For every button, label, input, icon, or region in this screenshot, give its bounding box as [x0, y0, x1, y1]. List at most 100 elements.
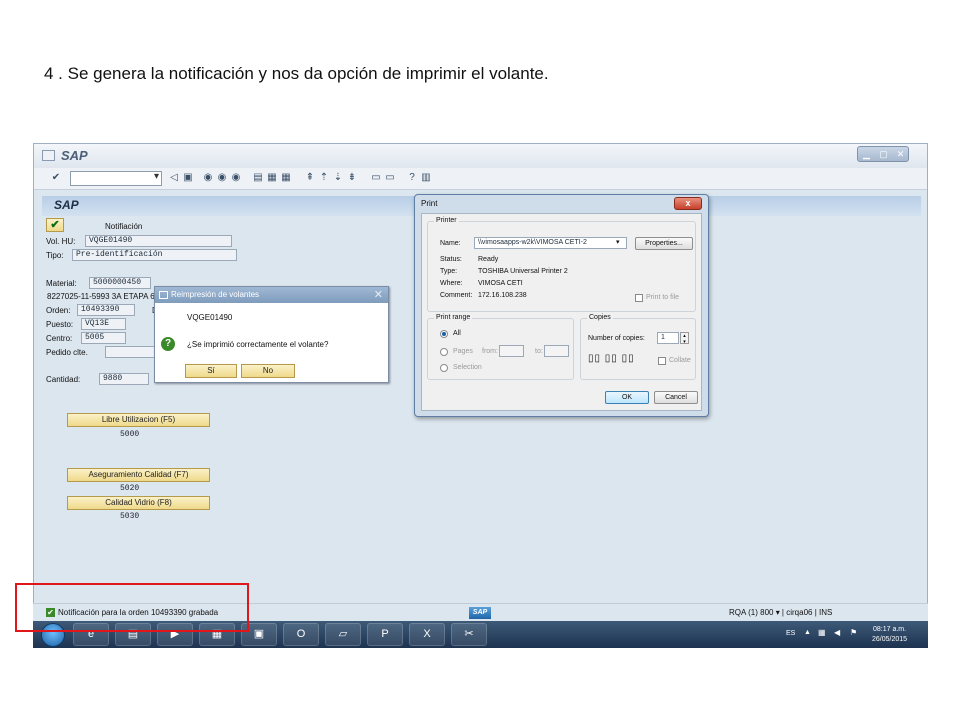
find-next-icon[interactable]: ▦	[280, 172, 292, 184]
excel-icon[interactable]: X	[409, 623, 445, 646]
reimpresion-titlebar: Reimpresión de volantes ✕	[155, 287, 388, 303]
command-field[interactable]	[70, 171, 162, 186]
printer-group: Printer Name: \\vimosaapps-w2k\VIMOSA CE…	[427, 217, 696, 312]
puesto-field[interactable]: VQ13E	[81, 318, 126, 330]
yes-button[interactable]: Sí	[185, 364, 237, 378]
where-value: VIMOSA CETI	[478, 280, 523, 287]
no-button[interactable]: No	[241, 364, 295, 378]
back-nav-icon[interactable]: ◁	[168, 172, 180, 184]
close-icon[interactable]: ✕	[374, 288, 383, 301]
puesto-label: Puesto:	[46, 320, 74, 329]
form-title: Notifiación	[105, 222, 143, 231]
print-icon[interactable]: ▤	[252, 172, 264, 184]
comment-label: Comment:	[440, 292, 473, 299]
material-field[interactable]: 5000000450	[89, 277, 151, 289]
ok-button[interactable]: OK	[605, 391, 649, 404]
libre-utilizacion-button[interactable]: Libre Utilizacion (F5)	[67, 413, 210, 427]
cantidad-label: Cantidad:	[46, 375, 81, 384]
tools-icon[interactable]: ✂	[451, 623, 487, 646]
next-page-icon[interactable]: ⇣	[332, 172, 344, 184]
print-to-file-label: Print to file	[646, 294, 680, 301]
reimpresion-question: ¿Se imprimió correctamente el volante?	[187, 340, 329, 349]
new-session-icon[interactable]: ▭	[370, 172, 382, 184]
powerpoint-icon[interactable]: P	[367, 623, 403, 646]
printer-name-select[interactable]: \\vimosaapps-w2k\VIMOSA CETI-2	[474, 237, 627, 249]
print-to-file-checkbox[interactable]	[635, 294, 643, 302]
outlook-icon[interactable]: O	[283, 623, 319, 646]
collate-label: Collate	[669, 357, 691, 364]
chevron-down-icon[interactable]: ▾	[616, 238, 620, 246]
layout-icon[interactable]: ▥	[420, 172, 432, 184]
print-dialog: Print x Printer Name: \\vimosaapps-w2k\V…	[414, 194, 709, 417]
number-of-copies-label: Number of copies:	[588, 335, 645, 342]
range-to-input[interactable]	[544, 345, 569, 357]
range-pages-label: Pages	[453, 348, 473, 355]
range-all-label: All	[453, 330, 461, 337]
type-label: Type:	[440, 268, 458, 275]
window-menu-icon[interactable]	[42, 150, 55, 161]
number-of-copies-input[interactable]: 1	[657, 332, 679, 344]
centro-field[interactable]: 5005	[81, 332, 126, 344]
tipo-label: Tipo:	[46, 251, 64, 260]
copies-spinner[interactable]: ▴ ▾	[680, 332, 689, 345]
vol-hu-field[interactable]: VQGE01490	[85, 235, 232, 247]
orden-field[interactable]: 10493390	[77, 304, 135, 316]
exit-icon[interactable]: ◉	[216, 172, 228, 184]
collate-checkbox[interactable]	[658, 357, 666, 365]
enter-icon[interactable]: ✔	[50, 172, 62, 184]
collate-illustration-icon: ▯▯ ▯▯ ▯▯	[588, 353, 635, 364]
window-title: SAP	[61, 148, 88, 163]
shortcut-icon[interactable]: ▭	[384, 172, 396, 184]
action-center-icon[interactable]: ⚑	[850, 628, 857, 637]
aseguramiento-calidad-button[interactable]: Aseguramiento Calidad (F7)	[67, 468, 210, 482]
copies-label: Copies	[587, 314, 613, 321]
cancel-icon[interactable]: ◉	[230, 172, 242, 184]
tipo-field[interactable]: Pre-identificación	[72, 249, 237, 261]
system-info[interactable]: RQA (1) 800 ▾ | cirqa06 | INS	[729, 608, 832, 617]
volume-icon[interactable]: ◀	[834, 628, 840, 637]
prev-page-icon[interactable]: ⇡	[318, 172, 330, 184]
centro-label: Centro:	[46, 334, 73, 343]
pedido-field[interactable]	[105, 346, 155, 358]
status-label: Status:	[440, 256, 462, 263]
save-icon[interactable]: ▣	[182, 172, 194, 184]
language-indicator[interactable]: ES	[786, 630, 795, 637]
range-pages-radio[interactable]	[440, 348, 448, 356]
check-button[interactable]: ✔	[46, 218, 64, 232]
range-from-input[interactable]	[499, 345, 524, 357]
first-page-icon[interactable]: ⇞	[304, 172, 316, 184]
slide-caption: 4 . Se genera la notificación y nos da o…	[44, 64, 549, 83]
window-controls: ▁ ▢ ✕	[857, 146, 909, 162]
last-page-icon[interactable]: ⇟	[346, 172, 358, 184]
question-icon: ?	[161, 337, 175, 351]
range-to-label: to:	[535, 348, 543, 355]
reimpresion-hu: VQGE01490	[187, 313, 233, 322]
print-close-button[interactable]: x	[674, 197, 702, 210]
notes-icon[interactable]: ▱	[325, 623, 361, 646]
network-icon[interactable]: ▦	[818, 628, 826, 637]
find-icon[interactable]: ▦	[266, 172, 278, 184]
maximize-icon[interactable]: ▢	[875, 147, 892, 161]
properties-button[interactable]: Properties...	[635, 237, 693, 250]
aseguramiento-calidad-value: 5020	[120, 484, 140, 493]
status-value: Ready	[478, 256, 499, 263]
close-icon[interactable]: ✕	[892, 147, 909, 161]
print-dialog-title: Print	[421, 199, 438, 208]
cantidad-field[interactable]: 9880	[99, 373, 149, 385]
back-icon[interactable]: ◉	[202, 172, 214, 184]
range-all-radio[interactable]	[440, 330, 448, 338]
calidad-vidrio-button[interactable]: Calidad Vidrio (F8)	[67, 496, 210, 510]
help-icon[interactable]: ?	[406, 172, 418, 184]
print-range-label: Print range	[434, 314, 473, 321]
minimize-icon[interactable]: ▁	[858, 147, 875, 161]
orden-label: Orden:	[46, 306, 71, 315]
range-selection-label: Selection	[453, 364, 482, 371]
show-hidden-icons-icon[interactable]: ▲	[804, 629, 811, 636]
range-selection-radio[interactable]	[440, 364, 448, 372]
clock[interactable]: 08:17 a.m. 26/05/2015	[872, 625, 907, 645]
print-range-group: Print range All Pages from: to: Selectio…	[427, 314, 574, 380]
reimpresion-body: VQGE01490 ? ¿Se imprimió correctamente e…	[155, 303, 388, 382]
clock-time: 08:17 a.m.	[872, 626, 907, 633]
printer-name-label: Name:	[440, 240, 461, 247]
cancel-button[interactable]: Cancel	[654, 391, 698, 404]
